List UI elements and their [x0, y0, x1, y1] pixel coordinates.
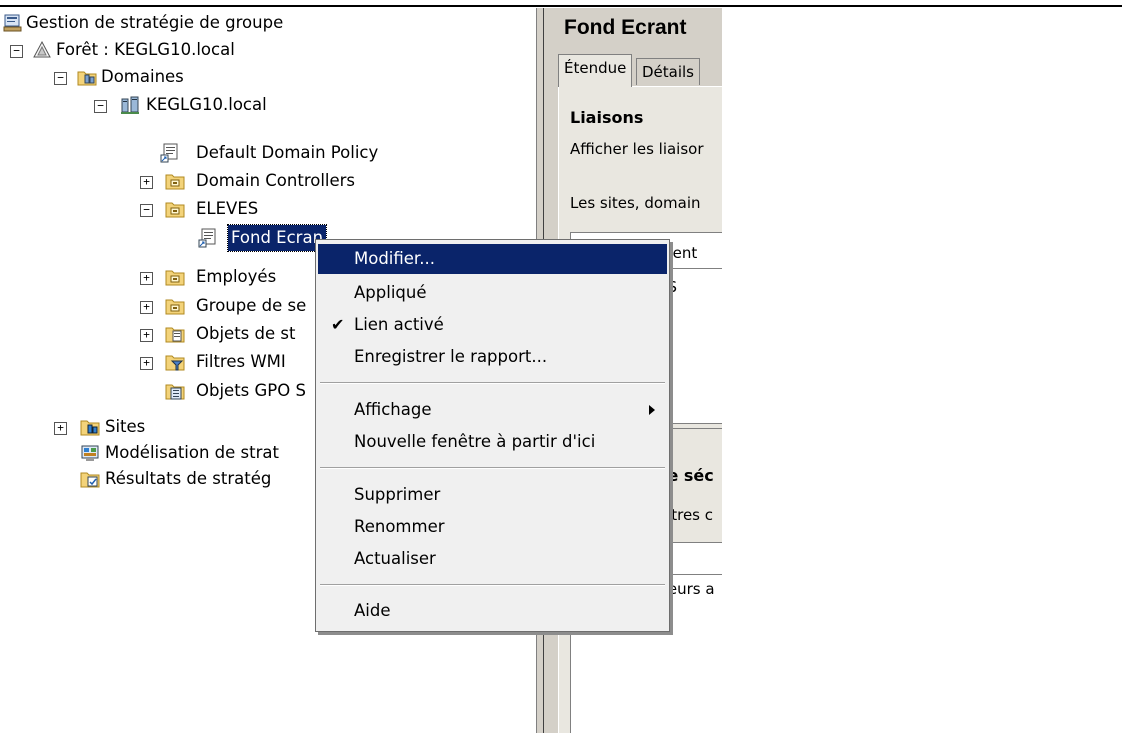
menu-item-actualiser[interactable]: Actualiser [318, 544, 667, 574]
section-liaisons: Liaisons [570, 108, 644, 127]
menu-separator [320, 382, 665, 384]
ou-folder-icon [165, 296, 185, 316]
tree-item-label: Objets GPO S [196, 381, 306, 400]
collapse-icon[interactable]: − [140, 204, 153, 217]
expand-icon[interactable]: + [140, 357, 153, 370]
menu-item-label: Lien activé [354, 315, 444, 334]
tab-etendue[interactable]: Étendue [558, 54, 633, 87]
gpo-link-icon [160, 143, 180, 163]
expand-icon[interactable]: + [140, 329, 153, 342]
menu-item-nouvelle-fenetre[interactable]: Nouvelle fenêtre à partir d'ici [318, 427, 667, 457]
checkmark-icon: ✔ [331, 315, 345, 334]
top-border [0, 5, 1122, 7]
menu-item-applique[interactable]: Appliqué [318, 278, 667, 308]
results-icon [80, 469, 100, 489]
expand-icon[interactable]: + [54, 422, 67, 435]
menu-item-label: Enregistrer le rapport... [354, 347, 548, 366]
sites-folder-icon [80, 417, 100, 437]
tree-item-label: Groupe de se [196, 296, 307, 315]
expand-icon[interactable]: + [140, 272, 153, 285]
expand-icon[interactable]: + [140, 301, 153, 314]
sites-domaines-text: Les sites, domain [570, 194, 701, 212]
menu-item-supprimer[interactable]: Supprimer [318, 480, 667, 510]
menu-item-label: Renommer [354, 517, 445, 536]
tree-item-label: Résultats de stratég [105, 469, 272, 488]
menu-item-label: Nouvelle fenêtre à partir d'ici [354, 432, 596, 451]
expand-icon[interactable]: + [140, 176, 153, 189]
tree-item-label: Modélisation de strat [105, 443, 279, 462]
tree-item-label: Default Domain Policy [196, 143, 379, 162]
forest-icon [32, 40, 52, 60]
menu-item-label: Aide [354, 601, 391, 620]
collapse-icon[interactable]: − [94, 100, 107, 113]
ou-folder-icon [165, 199, 185, 219]
tree-item-label: ELEVES [196, 199, 259, 218]
menu-item-modifier[interactable]: Modifier... [318, 244, 667, 274]
tree-item-label: KEGLG10.local [146, 95, 267, 114]
ou-folder-icon [165, 171, 185, 191]
gpo-title: Fond Ecrant [564, 16, 687, 39]
menu-item-affichage[interactable]: Affichage [318, 395, 667, 425]
tree-item-label: Domaines [101, 67, 184, 86]
menu-item-renommer[interactable]: Renommer [318, 512, 667, 542]
afficher-liaisons-label: Afficher les liaisor [570, 140, 704, 158]
gpo-link-icon [198, 228, 218, 248]
modeling-icon [80, 443, 100, 463]
tree-item-label: Objets de st [196, 324, 296, 343]
domain-icon [120, 95, 140, 115]
collapse-icon[interactable]: − [54, 72, 67, 85]
menu-item-aide[interactable]: Aide [318, 596, 667, 626]
tree-item-label: Employés [196, 267, 277, 286]
gpmc-console-icon [3, 13, 23, 33]
menu-item-lien-active[interactable]: ✔ Lien activé [318, 310, 667, 340]
ou-folder-icon [165, 267, 185, 287]
tree-item-label: Domain Controllers [196, 171, 356, 190]
submenu-arrow-icon [649, 405, 655, 415]
menu-item-label: Supprimer [354, 485, 441, 504]
tree-item-label: Sites [105, 417, 146, 436]
tree-item-label-selected: Fond Ecran [226, 224, 328, 252]
menu-item-label: Modifier... [354, 249, 435, 268]
tree-item-label: Gestion de stratégie de groupe [26, 13, 284, 32]
tree-item-label: Filtres WMI [196, 352, 286, 371]
tab-details[interactable]: Détails [636, 58, 701, 85]
tree-item-label: Forêt : KEGLG10.local [56, 40, 235, 59]
menu-item-label: Affichage [354, 400, 432, 419]
menu-separator [320, 467, 665, 469]
collapse-icon[interactable]: − [10, 45, 23, 58]
starter-gpo-folder-icon [165, 381, 185, 401]
domains-folder-icon [77, 67, 97, 87]
menu-item-label: Actualiser [354, 549, 436, 568]
gpo-folder-icon [165, 324, 185, 344]
menu-item-label: Appliqué [354, 283, 427, 302]
wmi-filter-folder-icon [165, 352, 185, 372]
menu-item-enregistrer-rapport[interactable]: Enregistrer le rapport... [318, 342, 667, 372]
context-menu: Modifier... Appliqué ✔ Lien activé Enreg… [315, 239, 670, 632]
menu-separator [320, 584, 665, 586]
